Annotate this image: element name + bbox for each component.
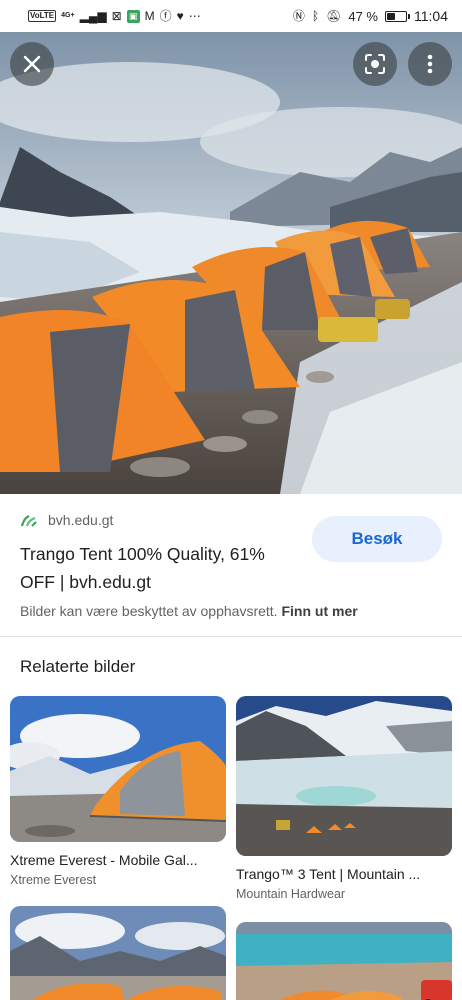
mute-icon: 🔕︎	[326, 9, 342, 23]
related-thumbnail[interactable]	[236, 696, 452, 856]
battery-percent: 47 %	[348, 8, 378, 24]
clock: 11:04	[414, 8, 448, 24]
data-saver-icon: ⊠	[111, 9, 122, 23]
gmail-icon: M	[144, 9, 155, 23]
related-source: Mountain Hardwear	[236, 887, 346, 901]
hero-image[interactable]	[0, 32, 462, 494]
close-button[interactable]	[10, 42, 54, 86]
lens-icon	[365, 54, 385, 74]
related-title[interactable]: Trango™ 3 Tent | Mountain ...	[236, 866, 452, 882]
related-thumbnail[interactable]	[10, 696, 226, 842]
source-row[interactable]: bvh.edu.gt	[20, 512, 113, 528]
volte-badge: VoLTE	[28, 10, 57, 22]
signal-icon: ▂▄▆	[79, 9, 107, 23]
status-left: VoLTE 4G+ ▂▄▆ ⊠ ▣ M ⓕ ♥ ⋯	[28, 9, 201, 23]
facebook-icon: ⓕ	[159, 9, 172, 23]
result-title[interactable]: Trango Tent 100% Quality, 61% OFF | bvh.…	[20, 540, 300, 596]
more-notifications-icon: ⋯	[188, 9, 201, 23]
bluetooth-icon: ᛒ	[311, 9, 320, 23]
source-name: bvh.edu.gt	[48, 512, 114, 528]
copyright-notice: Bilder kan være beskyttet av opphavsrett…	[20, 603, 358, 619]
status-bar: VoLTE 4G+ ▂▄▆ ⊠ ▣ M ⓕ ♥ ⋯ Ⓝ ᛒ 🔕︎ 47 % 11…	[0, 0, 462, 32]
close-icon	[23, 55, 41, 73]
site-favicon-icon	[20, 514, 37, 527]
related-source: Xtreme Everest	[10, 873, 97, 887]
lens-button[interactable]	[353, 42, 397, 86]
battery-icon	[385, 10, 410, 22]
more-vert-icon	[427, 54, 433, 74]
status-right: Ⓝ ᛒ 🔕︎ 47 % 11:04	[293, 8, 448, 24]
mountain-tents-thumb	[10, 906, 226, 1000]
visit-button[interactable]: Besøk	[312, 516, 442, 562]
copyright-text: Bilder kan være beskyttet av opphavsrett…	[20, 603, 278, 619]
glacier-camp-thumb	[236, 696, 452, 856]
related-card[interactable]	[236, 922, 452, 1000]
network-type: 4G+	[61, 12, 75, 19]
related-title[interactable]: Xtreme Everest - Mobile Gal...	[10, 852, 226, 868]
nfc-icon: Ⓝ	[292, 9, 305, 23]
tent-camp-photo	[0, 32, 462, 494]
everest-tent-thumb	[10, 696, 226, 842]
related-heading: Relaterte bilder	[20, 657, 136, 676]
lakeside-tents-thumb	[236, 922, 452, 1000]
more-options-button[interactable]	[408, 42, 452, 86]
app-notification-icon: ▣	[126, 9, 140, 23]
learn-more-link[interactable]: Finn ut mer	[281, 603, 357, 619]
related-card[interactable]	[10, 906, 226, 1000]
related-thumbnail[interactable]	[10, 906, 226, 1000]
related-card[interactable]: Xtreme Everest - Mobile Gal... Xtreme Ev…	[10, 696, 226, 887]
divider	[0, 636, 462, 637]
battery-level	[387, 12, 395, 20]
health-icon: ♥	[176, 9, 184, 23]
related-thumbnail[interactable]	[236, 922, 452, 1000]
related-card[interactable]: Trango™ 3 Tent | Mountain ... Mountain H…	[236, 696, 452, 901]
